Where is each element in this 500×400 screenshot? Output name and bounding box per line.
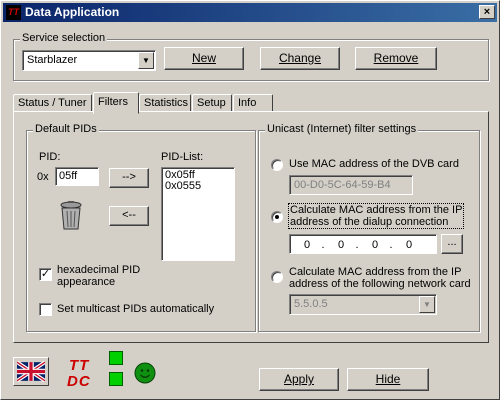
radio-network-card-label: Calculate MAC address from the IP addres… bbox=[289, 266, 471, 290]
ip-octet: 0 bbox=[303, 239, 311, 251]
language-flag-button[interactable] bbox=[13, 357, 49, 386]
app-icon: TT bbox=[6, 5, 21, 20]
ip-dot: . bbox=[389, 239, 393, 251]
main-window: TT Data Application × Service selection … bbox=[0, 0, 500, 400]
pid-list-label: PID-List: bbox=[161, 151, 204, 163]
service-selection-group: Service selection Starblazer ▼ New Chang… bbox=[13, 32, 489, 81]
browse-button[interactable]: ... bbox=[441, 234, 463, 254]
ip-octet: 0 bbox=[405, 239, 413, 251]
network-card-value: 5.5.0.5 bbox=[289, 294, 437, 315]
multicast-checkbox[interactable] bbox=[39, 303, 52, 316]
remove-button[interactable]: Remove bbox=[355, 47, 437, 70]
radio-dialup-label: Calculate MAC address from the IP addres… bbox=[287, 203, 465, 229]
hide-button-label: Hide bbox=[375, 372, 401, 386]
dialup-label-line1: Calculate MAC address from the IP bbox=[290, 204, 463, 216]
hex-checkbox[interactable]: ✓ bbox=[39, 268, 52, 281]
new-button[interactable]: New bbox=[164, 47, 244, 70]
hex-label-line2: appearance bbox=[57, 276, 116, 288]
tab-statistics[interactable]: Statistics bbox=[139, 94, 191, 112]
default-pids-group: Default PIDs PID: 0x 05ff --> <-- PID-Li… bbox=[26, 123, 256, 332]
radio-dialup[interactable] bbox=[271, 211, 283, 223]
tab-info[interactable]: Info bbox=[233, 94, 273, 112]
logo-bottom: DC bbox=[67, 373, 91, 390]
radio-dvb-mac[interactable] bbox=[271, 159, 283, 171]
ip-dot: . bbox=[355, 239, 359, 251]
hex-label-line1: hexadecimal PID bbox=[57, 264, 141, 276]
uk-flag-icon bbox=[17, 361, 45, 382]
service-selection-label: Service selection bbox=[20, 32, 108, 44]
ip-octet: 0 bbox=[337, 239, 345, 251]
service-combo[interactable]: Starblazer ▼ bbox=[22, 50, 156, 71]
ip-dot: . bbox=[321, 239, 325, 251]
pid-list-item[interactable]: 0x0555 bbox=[165, 181, 231, 192]
hex-checkbox-label: hexadecimal PID appearance bbox=[57, 264, 140, 288]
network-label-line1: Calculate MAC address from the IP bbox=[289, 266, 462, 278]
default-pids-label: Default PIDs bbox=[33, 123, 99, 135]
logo-top: TT bbox=[69, 357, 90, 374]
pid-label: PID: bbox=[39, 151, 61, 163]
close-button[interactable]: × bbox=[479, 5, 495, 19]
title-bar[interactable]: TT Data Application × bbox=[3, 3, 497, 22]
apply-button-label: Apply bbox=[283, 372, 315, 386]
network-card-combo: 5.5.0.5 ▼ bbox=[289, 294, 437, 315]
tab-setup[interactable]: Setup bbox=[192, 94, 232, 112]
dvb-mac-field: 00-D0-5C-64-59-B4 bbox=[289, 175, 413, 195]
apply-button[interactable]: Apply bbox=[259, 368, 339, 391]
pid-list[interactable]: 0x05ff 0x0555 bbox=[161, 167, 235, 261]
window-title: Data Application bbox=[25, 5, 120, 19]
radio-dvb-mac-label: Use MAC address of the DVB card bbox=[289, 158, 459, 170]
dialup-ip-input[interactable]: 0 . 0 . 0 . 0 bbox=[289, 234, 437, 254]
trash-icon[interactable] bbox=[59, 201, 83, 231]
new-button-label: New bbox=[191, 51, 216, 65]
unicast-label: Unicast (Internet) filter settings bbox=[265, 123, 419, 135]
filters-panel: Default PIDs PID: 0x 05ff --> <-- PID-Li… bbox=[13, 111, 489, 343]
status-led-top bbox=[109, 351, 123, 365]
tab-status-tuner[interactable]: Status / Tuner bbox=[13, 94, 92, 112]
remove-button-label: Remove bbox=[373, 51, 419, 65]
chevron-down-icon[interactable]: ▼ bbox=[138, 52, 154, 69]
ip-octet: 0 bbox=[371, 239, 379, 251]
hide-button[interactable]: Hide bbox=[347, 368, 429, 391]
change-button[interactable]: Change bbox=[260, 47, 340, 70]
ttdc-logo: TT DC bbox=[63, 357, 103, 391]
chevron-down-icon: ▼ bbox=[419, 296, 435, 313]
pid-prefix: 0x bbox=[37, 171, 49, 183]
tab-filters[interactable]: Filters bbox=[93, 92, 139, 114]
service-combo-value: Starblazer bbox=[22, 50, 156, 71]
change-button-label: Change bbox=[278, 51, 322, 65]
status-led-bottom bbox=[109, 372, 123, 386]
remove-pid-button[interactable]: <-- bbox=[109, 206, 149, 226]
smiley-icon bbox=[134, 362, 156, 384]
unicast-group: Unicast (Internet) filter settings Use M… bbox=[258, 123, 480, 332]
multicast-checkbox-label: Set multicast PIDs automatically bbox=[57, 303, 215, 315]
pid-input-value: 05ff bbox=[59, 170, 78, 182]
add-pid-button[interactable]: --> bbox=[109, 168, 149, 188]
pid-input[interactable]: 05ff bbox=[55, 167, 99, 186]
network-label-line2: address of the following network card bbox=[289, 278, 471, 290]
radio-network-card[interactable] bbox=[271, 271, 283, 283]
dialup-label-line2: address of the dialup connection bbox=[290, 216, 449, 228]
